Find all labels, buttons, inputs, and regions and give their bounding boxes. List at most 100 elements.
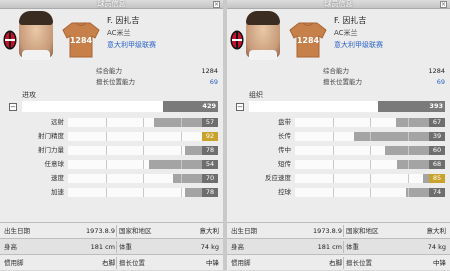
- attribute-tick: [370, 118, 371, 127]
- attribute-bar: 67: [295, 118, 445, 127]
- attribute-label: 远射: [51, 118, 64, 126]
- attribute-row: 射门力量 78: [0, 145, 223, 156]
- category-fill: [249, 101, 379, 112]
- player-league-link[interactable]: 意大利甲级联赛: [107, 40, 156, 50]
- category-total-bar: 393: [249, 101, 445, 112]
- info-label: 出生日期: [231, 227, 257, 235]
- attribute-label: 控球: [278, 188, 291, 196]
- title-bar: 球员信息 ×: [227, 0, 450, 9]
- attribute-bar: 92: [68, 132, 218, 141]
- summary-label: 擅长位置能力: [96, 78, 135, 86]
- player-name: F. 因扎吉: [334, 16, 367, 25]
- info-value: 意大利: [199, 227, 220, 235]
- attribute-bar: 78: [68, 188, 218, 197]
- category-fill: [22, 101, 164, 112]
- info-divider: [343, 225, 344, 237]
- attribute-label: 加速: [51, 188, 64, 196]
- attribute-value: 39: [429, 132, 445, 141]
- attribute-tick: [370, 160, 371, 169]
- attribute-value: 67: [429, 118, 445, 127]
- attribute-tick: [332, 174, 334, 183]
- close-icon[interactable]: ×: [213, 1, 220, 8]
- info-row-body: 身高 181 cm 体重 74 kg: [227, 238, 450, 254]
- info-value: 右脚: [329, 259, 342, 267]
- summary-value: 1284: [201, 67, 218, 75]
- player-league-link[interactable]: 意大利甲级联赛: [334, 40, 383, 50]
- attribute-bar: 60: [295, 146, 445, 155]
- attribute-fill: [68, 132, 206, 141]
- info-value: 181 cm: [90, 243, 115, 251]
- attribute-fill: [295, 132, 354, 141]
- info-row-birth: 出生日期 1973.8.9 国家和地区 意大利: [227, 222, 450, 238]
- attribute-tick: [143, 174, 144, 183]
- attribute-row: 反应速度 85: [227, 173, 450, 184]
- close-icon[interactable]: ×: [440, 1, 447, 8]
- info-divider: [116, 257, 117, 269]
- info-row-foot: 惯用脚 右脚 擅长位置 中锋: [227, 254, 450, 270]
- attribute-tick: [180, 118, 182, 127]
- info-value: 中锋: [206, 259, 219, 267]
- attribute-tick: [143, 188, 144, 197]
- player-hair: [246, 11, 280, 25]
- attribute-tick: [407, 174, 409, 183]
- info-row-birth: 出生日期 1973.8.9 国家和地区 意大利: [0, 222, 223, 238]
- attribute-value: 60: [429, 146, 445, 155]
- info-label: 惯用脚: [4, 259, 24, 267]
- attribute-row: 盘带 67: [227, 117, 450, 128]
- info-value: 意大利: [426, 227, 447, 235]
- summary-value: 69: [209, 78, 218, 86]
- summary-label: 综合能力: [323, 67, 349, 75]
- attribute-tick: [105, 118, 107, 127]
- minus-icon[interactable]: −: [236, 103, 244, 111]
- attribute-tick: [105, 146, 107, 155]
- attribute-tick: [180, 174, 182, 183]
- attribute-tick: [143, 118, 144, 127]
- attribute-bar: 68: [295, 160, 445, 169]
- attribute-value: 92: [202, 132, 218, 141]
- player-club: AC米兰: [334, 29, 358, 37]
- attribute-tick: [143, 132, 144, 141]
- category-value: 393: [429, 102, 443, 110]
- attribute-fill: [68, 146, 185, 155]
- attribute-label: 短传: [278, 160, 291, 168]
- window-title: 球员信息: [324, 0, 353, 8]
- info-label: 擅长位置: [119, 259, 145, 267]
- attribute-tick: [180, 160, 182, 169]
- player-collar: [249, 50, 277, 60]
- attribute-fill: [295, 174, 423, 183]
- attribute-fill: [295, 118, 396, 127]
- attribute-fill: [295, 160, 397, 169]
- player-name: F. 因扎吉: [107, 16, 140, 25]
- attribute-value: 70: [202, 174, 218, 183]
- info-divider: [116, 241, 117, 253]
- title-bar: 球员信息 ×: [0, 0, 223, 9]
- attribute-bar: 74: [295, 188, 445, 197]
- summary-position-rating: 擅长位置能力 69: [323, 77, 445, 88]
- attribute-bar: 78: [68, 146, 218, 155]
- club-crest-icon: [230, 30, 244, 50]
- info-value: 右脚: [102, 259, 115, 267]
- attribute-tick: [332, 160, 334, 169]
- attribute-bar: 57: [68, 118, 218, 127]
- attribute-tick: [143, 160, 144, 169]
- club-crest-icon: [3, 30, 17, 50]
- jersey-number: 1284: [296, 36, 320, 45]
- info-divider: [343, 257, 344, 269]
- app-root: 球员信息 × 1284 F. 因扎吉 AC米兰 意大利甲级联赛 综合能力 128…: [0, 0, 450, 270]
- attribute-row: 加速 78: [0, 187, 223, 198]
- attribute-label: 任意球: [44, 160, 65, 168]
- minus-icon[interactable]: −: [9, 103, 17, 111]
- category-label: 进攻: [22, 91, 36, 99]
- attribute-row: 短传 68: [227, 159, 450, 170]
- attribute-bar: 54: [68, 160, 218, 169]
- info-divider: [343, 241, 344, 253]
- player-collar: [22, 50, 50, 60]
- attribute-value: 68: [429, 160, 445, 169]
- summary-overall: 综合能力 1284: [323, 66, 445, 77]
- info-label: 身高: [4, 243, 17, 251]
- attribute-row: 控球 74: [227, 187, 450, 198]
- attribute-bar: 70: [68, 174, 218, 183]
- attribute-row: 传中 60: [227, 145, 450, 156]
- attribute-row: 长传 39: [227, 131, 450, 142]
- attribute-row: 速度 70: [0, 173, 223, 184]
